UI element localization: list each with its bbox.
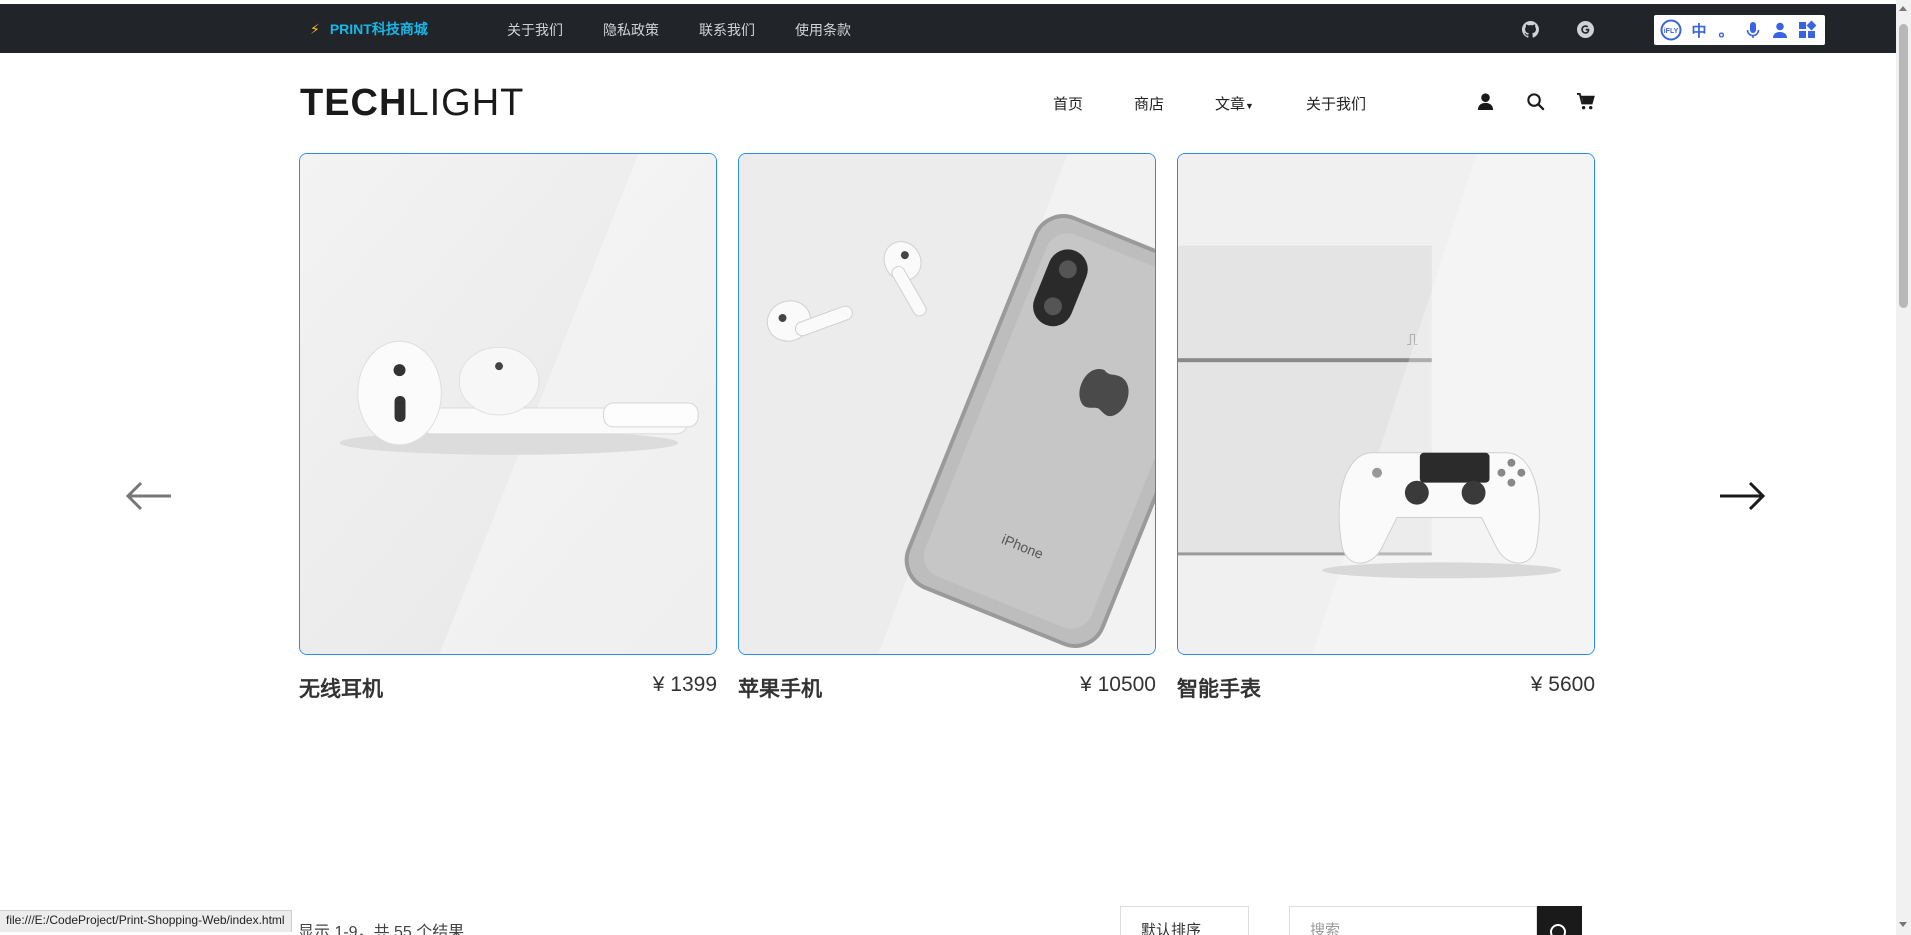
product-price: ¥ 5600 xyxy=(1530,673,1595,696)
top-link-contact[interactable]: 联系我们 xyxy=(699,20,755,40)
product-image-console: ⎍ xyxy=(1178,154,1594,654)
top-link-terms[interactable]: 使用条款 xyxy=(795,20,851,40)
top-link-about[interactable]: 关于我们 xyxy=(507,20,563,40)
product-card-earbuds[interactable] xyxy=(299,153,717,655)
google-icon[interactable] xyxy=(1577,21,1594,38)
ifly-language-button[interactable]: 中 xyxy=(1689,20,1709,40)
github-icon[interactable] xyxy=(1522,21,1539,38)
ifly-logo-icon[interactable]: iFLY xyxy=(1660,19,1682,41)
user-icon[interactable] xyxy=(1770,20,1790,40)
search-button[interactable] xyxy=(1537,906,1582,935)
sort-select[interactable]: 默认排序 xyxy=(1120,906,1249,935)
nav-shop[interactable]: 商店 xyxy=(1134,93,1164,114)
caret-down-icon: ▼ xyxy=(1245,101,1254,111)
scrollbar-thumb[interactable] xyxy=(1899,24,1908,308)
apps-icon[interactable] xyxy=(1797,20,1817,40)
prev-arrow-icon[interactable] xyxy=(123,478,173,514)
product-card-phone[interactable]: iPhone xyxy=(738,153,1156,655)
product-card-console[interactable]: ⎍ xyxy=(1177,153,1595,655)
product-name[interactable]: 苹果手机 xyxy=(738,673,822,703)
nav-about[interactable]: 关于我们 xyxy=(1306,93,1366,114)
ifly-punctuation-button[interactable]: 。 xyxy=(1716,20,1736,40)
ifly-toolbar: iFLY 中 。 xyxy=(1654,15,1825,45)
top-link-privacy[interactable]: 隐私政策 xyxy=(603,20,659,40)
mic-icon[interactable] xyxy=(1743,20,1763,40)
cart-icon[interactable] xyxy=(1576,92,1595,111)
search-icon[interactable] xyxy=(1526,92,1545,111)
product-image-phone: iPhone xyxy=(739,154,1155,654)
top-links: 关于我们 隐私政策 联系我们 使用条款 xyxy=(507,20,851,40)
user-icon[interactable] xyxy=(1476,92,1495,111)
next-arrow-icon[interactable] xyxy=(1718,478,1768,514)
site-logo[interactable]: TECHLIGHT xyxy=(300,82,524,125)
logo-light: LIGHT xyxy=(407,82,525,124)
results-count: 显示 1-9，共 55 个结果 xyxy=(298,924,465,935)
top-bar: ⚡ PRINT科技商城 关于我们 隐私政策 联系我们 使用条款 iFLY 中 。 xyxy=(0,4,1896,53)
svg-text:iFLY: iFLY xyxy=(1664,28,1679,35)
nav-articles-label: 文章 xyxy=(1215,96,1246,113)
product-name[interactable]: 无线耳机 xyxy=(299,673,383,703)
scroll-down-icon[interactable] xyxy=(1899,922,1907,927)
product-price: ¥ 10500 xyxy=(1080,673,1156,696)
brand-name: PRINT科技商城 xyxy=(329,21,428,37)
nav-home[interactable]: 首页 xyxy=(1053,93,1083,114)
product-name[interactable]: 智能手表 xyxy=(1177,673,1261,703)
search-input[interactable]: 搜索 xyxy=(1289,906,1537,935)
status-bar-url: file:///E:/CodeProject/Print-Shopping-We… xyxy=(0,910,292,932)
logo-bold: TECH xyxy=(300,82,408,124)
brand-link[interactable]: ⚡ PRINT科技商城 xyxy=(310,19,428,39)
bolt-icon: ⚡ xyxy=(310,20,320,37)
nav-articles[interactable]: 文章▼ xyxy=(1215,93,1254,114)
scroll-up-icon[interactable] xyxy=(1899,6,1907,11)
product-image-earbuds xyxy=(300,154,716,654)
product-price: ¥ 1399 xyxy=(652,673,717,696)
search-icon xyxy=(1550,924,1566,935)
